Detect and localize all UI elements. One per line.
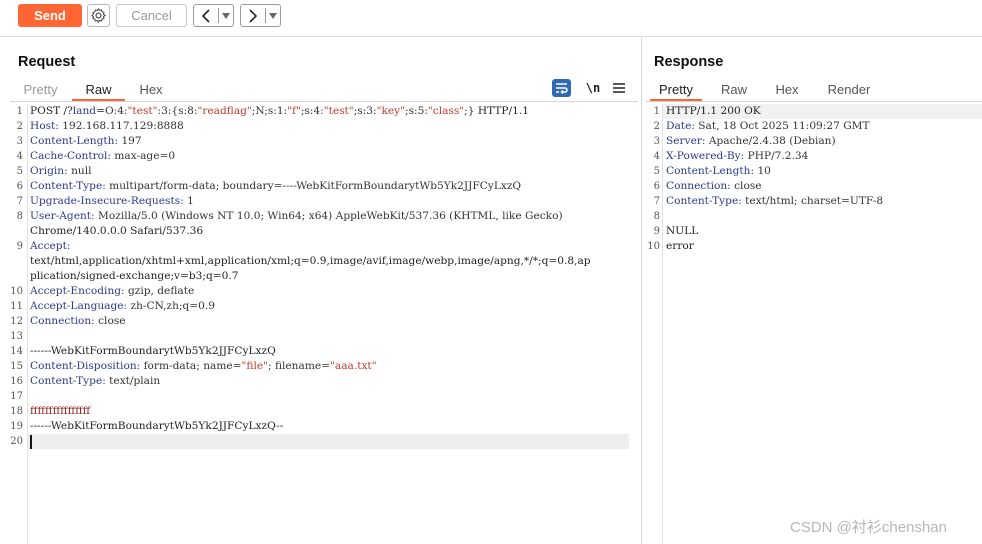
line-number: 3 [16,136,23,147]
line-text: Content-Length: 197 [30,135,142,147]
line-number: 11 [10,301,23,312]
line-number: 14 [10,346,23,357]
line-text: plication/signed-exchange;v=b3;q=0.7 [30,270,239,282]
line-number: 9 [653,226,660,237]
line-text: ffffffffffffffff [30,405,91,417]
tab-response-render[interactable]: Render [822,80,876,99]
line-text: Content-Type: text/html; charset=UTF-8 [666,195,884,207]
watermark-text: CSDN @衬衫chenshan [790,519,947,536]
newline-toggle-button[interactable]: \n [583,79,603,97]
line-text: Content-Disposition: form-data; name="fi… [30,360,377,372]
line-number: 8 [16,211,23,222]
tab-request-pretty[interactable]: Pretty [18,80,63,99]
line-number: 4 [16,151,23,162]
response-title: Response [654,54,724,70]
line-text: ------WebKitFormBoundarytWb5Yk2JJFCyLxzQ [30,345,276,357]
line-number: 2 [16,121,23,132]
cancel-button[interactable]: Cancel [116,4,187,27]
back-button[interactable] [194,8,218,23]
line-text: HTTP/1.1 200 OK [666,105,761,117]
line-text: Host: 192.168.117.129:8888 [30,120,184,132]
line-text: Cache-Control: max-age=0 [30,150,176,162]
line-number: 5 [16,166,23,177]
line-number: 20 [10,436,23,447]
forward-history-dropdown[interactable] [266,12,280,19]
line-text: Connection: close [30,315,126,327]
chevron-down-icon [269,12,277,19]
tab-response-pretty[interactable]: Pretty [650,80,702,101]
line-number: 1 [653,106,660,117]
word-wrap-button[interactable] [552,79,571,97]
line-number: 19 [10,421,23,432]
line-text: Chrome/140.0.0.0 Safari/537.36 [30,225,204,237]
line-text: Accept-Language: zh-CN,zh;q=0.9 [30,300,216,312]
forward-nav-group [240,4,281,27]
line-number: 12 [10,316,23,327]
line-text: Content-Type: text/plain [30,375,161,387]
request-editor[interactable]: 1 POST /?land=O:4:"test":3:{s:8:"readflag… [0,104,640,544]
line-number: 10 [10,286,23,297]
editor-menu-button[interactable] [611,79,627,97]
back-nav-group [193,4,234,27]
gear-icon [91,8,106,23]
tabs-underline [646,101,982,102]
line-text: POST /?land=O:4:"test":3:{s:8:"readflag"… [30,105,529,117]
line-number: 4 [653,151,660,162]
line-text: text/html,application/xhtml+xml,applicat… [30,255,591,267]
line-number: 8 [653,211,660,222]
tab-request-hex[interactable]: Hex [132,80,170,99]
line-number: 5 [653,166,660,177]
line-text: Content-Length: 10 [666,165,771,177]
line-text: Accept: [30,240,71,252]
hamburger-menu-icon [613,83,625,93]
line-text: Origin: null [30,165,92,177]
line-number: 15 [10,361,23,372]
tab-response-raw[interactable]: Raw [714,80,754,99]
line-number: 6 [653,181,660,192]
line-number: 10 [647,241,660,252]
line-text: Server: Apache/2.4.38 (Debian) [666,135,836,147]
line-number: 7 [16,196,23,207]
line-number: 7 [653,196,660,207]
forward-button[interactable] [241,8,265,23]
tab-request-raw[interactable]: Raw [72,80,125,101]
send-button[interactable]: Send [18,4,82,27]
line-number: 17 [10,391,23,402]
chevron-right-icon [249,8,258,23]
toolbar: Send Cancel [0,0,982,37]
line-text: Date: Sat, 18 Oct 2025 11:09:27 GMT [666,120,870,132]
line-number: 16 [10,376,23,387]
line-number: 1 [16,106,23,117]
line-text: error [666,240,694,252]
line-number: 3 [653,136,660,147]
line-text: Accept-Encoding: gzip, deflate [30,285,195,297]
line-text: Connection: close [666,180,762,192]
chevron-left-icon [201,8,210,23]
line-text: NULL [666,225,699,237]
line-number: 18 [10,406,23,417]
line-text: Upgrade-Insecure-Requests: 1 [30,195,194,207]
response-editor[interactable]: 1 HTTP/1.1 200 OK 2 Date: Sat, 18 Oct 2025 … [642,104,982,544]
line-number: 2 [653,121,660,132]
line-number: 6 [16,181,23,192]
line-number: 9 [16,241,23,252]
line-number: 13 [10,331,23,342]
tab-response-hex[interactable]: Hex [768,80,806,99]
line-text: Content-Type: multipart/form-data; bound… [30,180,522,192]
line-text: ------WebKitFormBoundarytWb5Yk2JJFCyLxzQ… [30,420,284,432]
request-title: Request [18,54,76,70]
tabs-underline [10,101,638,102]
settings-button[interactable] [87,4,110,27]
word-wrap-icon [556,83,568,94]
line-text: X-Powered-By: PHP/7.2.34 [666,150,809,162]
chevron-down-icon [222,12,230,19]
back-history-dropdown[interactable] [219,12,233,19]
line-text: User-Agent: Mozilla/5.0 (Windows NT 10.0… [30,210,563,222]
